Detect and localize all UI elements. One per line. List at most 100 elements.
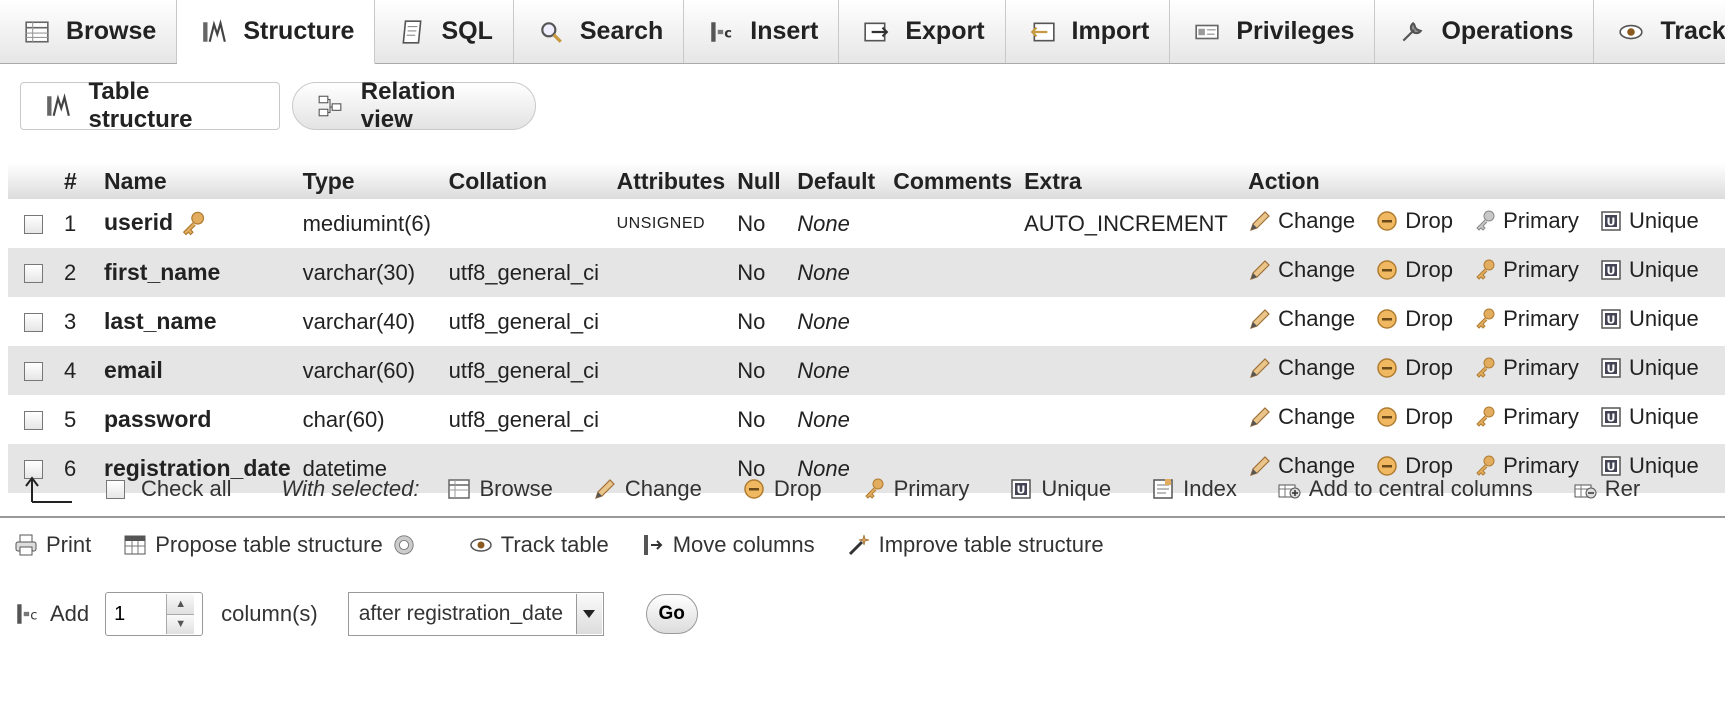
- cell-null: No: [737, 308, 766, 334]
- tab-structure[interactable]: Structure: [177, 0, 376, 64]
- header-extra[interactable]: Extra: [1018, 163, 1243, 199]
- header-select: [8, 163, 58, 199]
- cell-extra: [1018, 248, 1243, 297]
- tab-sql[interactable]: SQL: [375, 0, 514, 63]
- tab-export[interactable]: Export: [839, 0, 1006, 63]
- column-count-input[interactable]: [106, 601, 167, 627]
- tab-privileges[interactable]: Privileges: [1170, 0, 1376, 63]
- track-table-label: Track table: [500, 532, 609, 557]
- cell-null: No: [737, 210, 766, 236]
- stepper-buttons[interactable]: ▲ ▼: [166, 594, 195, 634]
- tab-search[interactable]: Search: [513, 0, 685, 63]
- bulk-change-button[interactable]: Change: [593, 476, 702, 502]
- row-primary-button[interactable]: Primary: [1473, 404, 1579, 430]
- row-drop-button[interactable]: Drop: [1375, 404, 1453, 430]
- bulk-index-button[interactable]: Index: [1151, 476, 1237, 502]
- chevron-down-icon[interactable]: [575, 594, 602, 634]
- table-icon: [448, 479, 471, 499]
- print-link[interactable]: Print: [14, 532, 91, 558]
- pencil-icon: [1250, 309, 1270, 329]
- tab-browse-label: Browse: [66, 17, 157, 45]
- move-columns-link[interactable]: Move columns: [641, 532, 815, 558]
- tab-privileges-label: Privileges: [1236, 17, 1355, 45]
- central-columns-icon: [1278, 484, 1301, 499]
- tab-insert[interactable]: c Insert: [684, 0, 840, 63]
- row-change-label: Change: [1278, 257, 1356, 282]
- row-checkbox[interactable]: [23, 411, 43, 431]
- tab-import[interactable]: Import: [1005, 0, 1171, 63]
- row-checkbox[interactable]: [23, 264, 43, 284]
- row-primary-button[interactable]: Primary: [1473, 306, 1579, 332]
- row-checkbox[interactable]: [23, 313, 43, 333]
- tab-browse[interactable]: Browse: [0, 0, 178, 63]
- row-unique-button[interactable]: U Unique: [1599, 355, 1699, 381]
- go-button[interactable]: Go: [645, 594, 698, 634]
- header-comments[interactable]: Comments: [887, 163, 1019, 199]
- table-row: 2 first_name varchar(30) utf8_general_ci…: [8, 248, 1725, 297]
- row-unique-button[interactable]: U Unique: [1599, 404, 1699, 430]
- cell-collation: utf8_general_ci: [442, 248, 611, 297]
- column-count-stepper[interactable]: ▲ ▼: [105, 592, 204, 636]
- row-primary-button[interactable]: Primary: [1473, 257, 1579, 283]
- export-icon: [861, 17, 891, 47]
- subtab-table-structure[interactable]: Table structure: [20, 78, 280, 133]
- bulk-remove-central-button[interactable]: Rer: [1573, 476, 1640, 502]
- header-type[interactable]: Type: [296, 163, 443, 199]
- check-all-label[interactable]: Check all: [141, 476, 231, 502]
- key-icon: [1476, 406, 1495, 427]
- bulk-add-central-button[interactable]: Add to central columns: [1277, 476, 1533, 502]
- cell-default: None: [797, 308, 850, 334]
- row-drop-button[interactable]: Drop: [1375, 306, 1453, 332]
- subtab-relation-view[interactable]: Relation view: [292, 78, 536, 133]
- row-change-button[interactable]: Change: [1248, 306, 1355, 332]
- check-all-checkbox[interactable]: [106, 479, 125, 499]
- cell-comments: [887, 199, 1018, 248]
- row-unique-button[interactable]: U Unique: [1599, 208, 1699, 234]
- row-drop-button[interactable]: Drop: [1375, 257, 1453, 283]
- stepper-down-icon[interactable]: ▼: [167, 613, 195, 634]
- bulk-unique-button[interactable]: U Unique: [1009, 476, 1111, 502]
- help-icon[interactable]: [393, 534, 423, 556]
- column-position-select[interactable]: after registration_date: [347, 592, 604, 636]
- row-change-button[interactable]: Change: [1248, 355, 1355, 381]
- bulk-drop-button[interactable]: Drop: [742, 476, 822, 502]
- cell-default: None: [791, 346, 888, 395]
- header-attributes[interactable]: Attributes: [610, 163, 732, 199]
- bulk-primary-button[interactable]: Primary: [862, 476, 969, 502]
- header-null[interactable]: Null: [731, 163, 792, 199]
- cell-name[interactable]: password: [98, 395, 297, 444]
- cell-name[interactable]: last_name: [98, 297, 297, 346]
- row-drop-button[interactable]: Drop: [1375, 355, 1453, 381]
- sql-icon: [397, 17, 427, 47]
- header-collation[interactable]: Collation: [442, 163, 611, 199]
- bulk-browse-button[interactable]: Browse: [447, 476, 553, 502]
- row-unique-button[interactable]: U Unique: [1599, 306, 1699, 332]
- header-default[interactable]: Default: [791, 163, 888, 199]
- structure-icon: [43, 91, 72, 121]
- tab-operations[interactable]: Operations: [1375, 0, 1595, 63]
- cell-name[interactable]: userid: [98, 199, 297, 248]
- row-change-button[interactable]: Change: [1248, 257, 1355, 283]
- cell-name[interactable]: email: [98, 346, 297, 395]
- row-primary-button[interactable]: Primary: [1473, 208, 1579, 234]
- track-table-link[interactable]: Track table: [469, 532, 609, 558]
- propose-structure-link[interactable]: Propose table structure: [123, 532, 422, 558]
- row-checkbox[interactable]: [23, 362, 43, 382]
- row-unique-button[interactable]: U Unique: [1599, 257, 1699, 283]
- columns-label: column(s): [221, 601, 318, 626]
- header-name[interactable]: Name: [98, 163, 297, 199]
- cell-collation: [443, 199, 611, 248]
- row-change-label: Change: [1278, 208, 1356, 233]
- row-primary-button[interactable]: Primary: [1473, 355, 1579, 381]
- tab-tracking[interactable]: Tracking: [1594, 0, 1725, 63]
- improve-structure-link[interactable]: Improve table structure: [847, 532, 1104, 558]
- row-drop-button[interactable]: Drop: [1375, 208, 1453, 234]
- cell-name[interactable]: first_name: [98, 248, 297, 297]
- row-checkbox[interactable]: [23, 215, 43, 235]
- row-change-button[interactable]: Change: [1248, 404, 1355, 430]
- row-change-button[interactable]: Change: [1248, 208, 1355, 234]
- key-icon: [1476, 357, 1495, 378]
- row-drop-label: Drop: [1405, 404, 1453, 429]
- stepper-up-icon[interactable]: ▲: [167, 594, 195, 614]
- header-num[interactable]: #: [58, 163, 98, 199]
